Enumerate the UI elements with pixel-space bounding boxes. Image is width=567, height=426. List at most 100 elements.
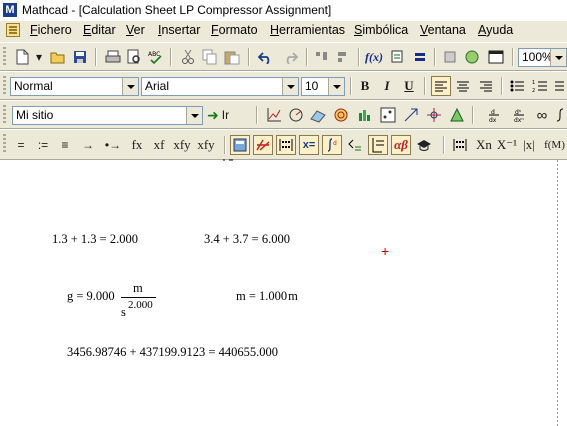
insert-matrix-icon[interactable] xyxy=(450,135,470,155)
expression-addition-3[interactable]: 3456.98746 + 437199.9123 = 440655.000 xyxy=(67,345,278,360)
font-select[interactable]: Arial xyxy=(141,77,299,96)
determinant-button[interactable]: |x| xyxy=(519,135,539,155)
bar-plot-icon[interactable] xyxy=(355,105,375,125)
vectorize-button[interactable]: f(M) xyxy=(542,135,567,155)
surface-plot-icon[interactable] xyxy=(308,105,328,125)
font-size-select[interactable]: 10 xyxy=(301,77,345,96)
menu-herramientas[interactable]: Herramientas xyxy=(270,23,345,37)
boolean-palette-icon[interactable] xyxy=(345,135,365,155)
menu-formato[interactable]: Formato xyxy=(211,23,258,37)
separator xyxy=(424,77,425,95)
window-icon[interactable] xyxy=(486,47,506,67)
plot-wizard-icon[interactable] xyxy=(424,105,444,125)
infinity-icon[interactable]: ∞ xyxy=(532,105,552,125)
go-button[interactable]: ➜ Ir xyxy=(207,105,247,125)
print-preview-icon[interactable] xyxy=(124,47,144,67)
mass-expression[interactable]: m = 1.000m xyxy=(236,289,298,304)
evaluation-palette-icon[interactable]: x= xyxy=(299,135,319,155)
align-left-icon[interactable] xyxy=(334,47,354,67)
expression-addition-2[interactable]: 3.4 + 3.7 = 6.000 xyxy=(204,232,290,247)
font-size-dropdown-arrow[interactable] xyxy=(328,78,344,95)
mass-expression-value: m = 1.000 xyxy=(236,289,288,303)
undo-icon[interactable] xyxy=(256,47,276,67)
worksheet-canvas[interactable]: 1.3 + 1.3 = 2.000 3.4 + 3.7 = 6.000 g = … xyxy=(0,159,567,426)
spell-check-icon[interactable]: ABC xyxy=(146,47,166,67)
resources-icon[interactable] xyxy=(462,47,482,67)
gravity-expression-lhs[interactable]: g = 9.000 xyxy=(67,289,115,304)
programming-palette-icon[interactable] xyxy=(368,135,388,155)
redo-icon[interactable] xyxy=(280,47,300,67)
infix-operator-symbol[interactable]: xfy xyxy=(170,135,194,155)
style-select[interactable]: Normal xyxy=(10,77,139,96)
nth-derivative-icon[interactable]: dⁿ dxⁿ xyxy=(509,105,529,125)
graph-palette-icon[interactable] xyxy=(253,135,273,155)
menu-editar[interactable]: Editar xyxy=(83,23,116,37)
toolbar-grip[interactable] xyxy=(3,105,6,123)
document-icon[interactable] xyxy=(6,23,20,37)
zoom-select[interactable]: 100% xyxy=(518,48,567,67)
cut-icon[interactable] xyxy=(178,47,198,67)
animation-icon[interactable] xyxy=(447,105,467,125)
menu-simbolica[interactable]: Simbólica xyxy=(354,23,408,37)
symbolic-palette-icon[interactable] xyxy=(414,135,434,155)
site-select[interactable]: Mi sitio xyxy=(12,106,203,125)
new-dropdown-icon[interactable]: ▾ xyxy=(34,47,44,67)
more-format-icon[interactable] xyxy=(552,76,567,96)
menu-ver[interactable]: Ver xyxy=(126,23,145,37)
toolbar-grip[interactable] xyxy=(3,76,6,94)
bullet-list-icon[interactable] xyxy=(507,76,527,96)
align-top-icon[interactable] xyxy=(312,47,332,67)
derivative-icon[interactable]: d dx xyxy=(484,105,504,125)
align-right-text-icon[interactable] xyxy=(476,76,496,96)
calculus-palette-icon[interactable]: d xyxy=(322,135,342,155)
xy-plot-icon[interactable] xyxy=(264,105,284,125)
prefix-operator-symbol[interactable]: fx xyxy=(126,135,148,155)
paste-icon[interactable] xyxy=(222,47,242,67)
definition-symbol[interactable]: := xyxy=(33,135,53,155)
copy-icon[interactable] xyxy=(200,47,220,67)
align-left-text-icon[interactable] xyxy=(431,76,451,96)
expression-addition-1[interactable]: 1.3 + 1.3 = 2.000 xyxy=(52,232,138,247)
menu-fichero[interactable]: Fichero xyxy=(30,23,72,37)
contour-plot-icon[interactable] xyxy=(331,105,351,125)
bold-button[interactable]: B xyxy=(355,76,375,96)
menu-ventana[interactable]: Ventana xyxy=(420,23,466,37)
evaluate-symbol[interactable]: = xyxy=(11,135,31,155)
inverse-button[interactable]: X⁻¹ xyxy=(497,135,517,155)
mathcad-app-icon[interactable]: M xyxy=(3,3,17,17)
toolbar-grip[interactable] xyxy=(3,47,6,65)
keyword-evaluation-symbol[interactable]: •→ xyxy=(101,135,125,155)
insert-unit-icon[interactable] xyxy=(388,47,408,67)
align-center-text-icon[interactable] xyxy=(453,76,473,96)
site-dropdown-arrow[interactable] xyxy=(186,107,202,124)
title-bar: M Mathcad - [Calculation Sheet LP Compre… xyxy=(0,0,567,21)
style-dropdown-arrow[interactable] xyxy=(122,78,138,95)
matrix-palette-icon[interactable] xyxy=(276,135,296,155)
insert-function-icon[interactable]: f(x) xyxy=(364,47,384,67)
save-icon[interactable] xyxy=(70,47,90,67)
menu-ayuda[interactable]: Ayuda xyxy=(478,23,513,37)
scatter-plot-icon[interactable] xyxy=(378,105,398,125)
open-folder-icon[interactable] xyxy=(48,47,68,67)
calculate-icon[interactable] xyxy=(410,47,430,67)
postfix-operator-symbol[interactable]: xf xyxy=(148,135,170,155)
global-definition-symbol[interactable]: ≡ xyxy=(55,135,75,155)
numbered-list-icon[interactable]: 12 xyxy=(530,76,550,96)
vector-field-icon[interactable] xyxy=(401,105,421,125)
print-icon[interactable] xyxy=(103,47,123,67)
symbolic-evaluation-symbol[interactable]: → xyxy=(78,135,98,155)
component-icon[interactable] xyxy=(440,47,460,67)
new-document-icon[interactable] xyxy=(12,47,32,67)
menu-insertar[interactable]: Insertar xyxy=(158,23,200,37)
polar-plot-icon[interactable] xyxy=(286,105,306,125)
subscript-button[interactable]: Xn xyxy=(474,135,494,155)
italic-button[interactable]: I xyxy=(377,76,397,96)
greek-palette-icon[interactable]: αβ xyxy=(391,135,411,155)
integral-more-icon[interactable] xyxy=(552,105,567,125)
zoom-dropdown-arrow[interactable] xyxy=(550,49,566,66)
treefix-operator-symbol[interactable]: xfy xyxy=(194,135,218,155)
calculator-palette-icon[interactable] xyxy=(230,135,250,155)
toolbar-grip[interactable] xyxy=(3,134,6,152)
underline-button[interactable]: U xyxy=(399,76,419,96)
font-dropdown-arrow[interactable] xyxy=(282,78,298,95)
